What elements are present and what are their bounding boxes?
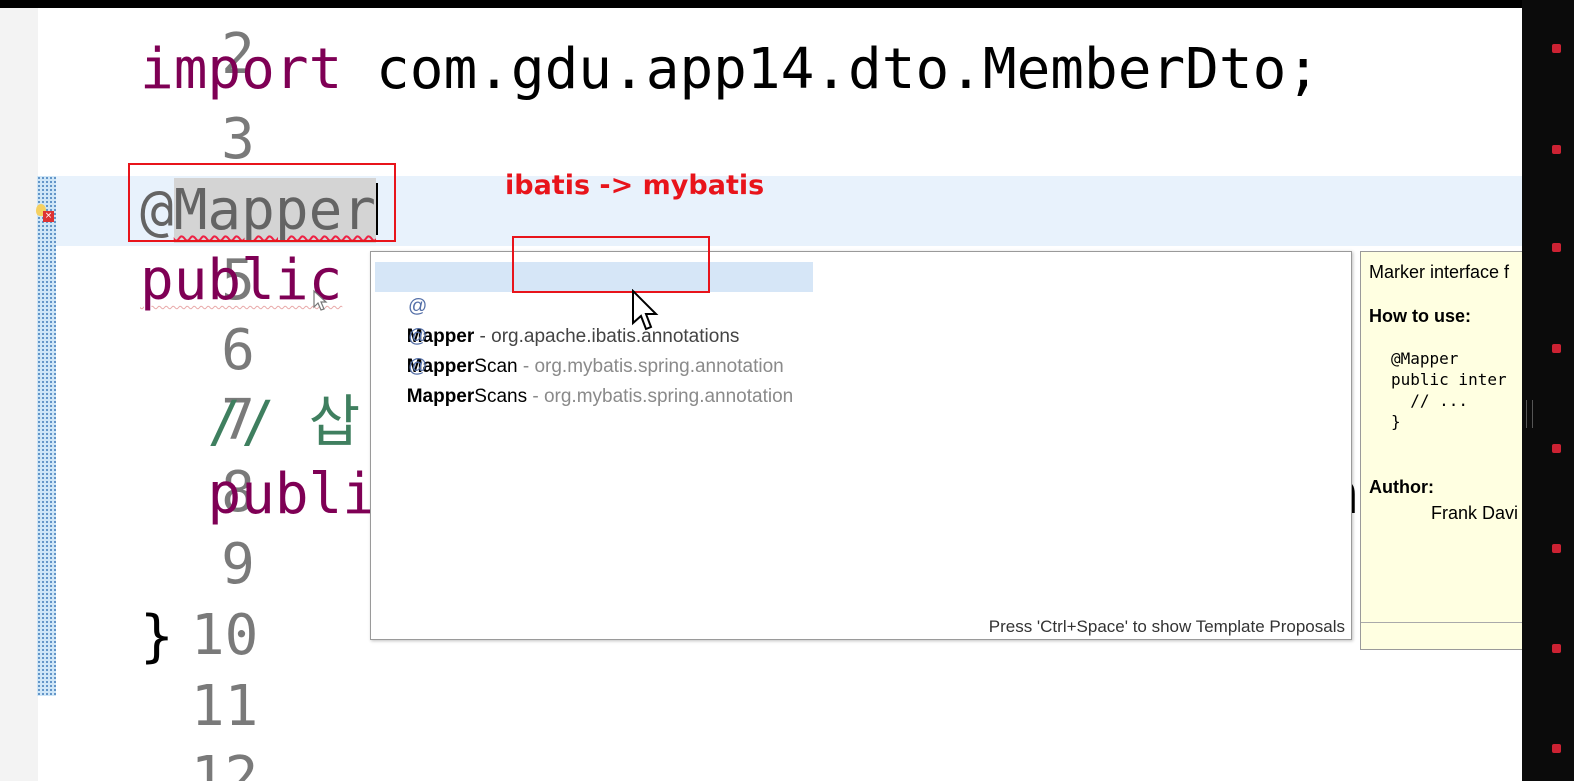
proposal-package: - org.mybatis.spring.annotation — [527, 386, 794, 407]
code-text: } — [140, 604, 174, 669]
side-panel — [1522, 0, 1574, 781]
error-icon — [1552, 344, 1561, 353]
code-line: 9 public n — [56, 460, 1359, 597]
mouse-pointer-icon — [632, 289, 659, 331]
error-x-icon: × — [43, 211, 54, 222]
code-line: 2 — [56, 8, 255, 87]
doc-code-line: @Mapper — [1391, 349, 1459, 368]
javadoc-popup[interactable]: Marker interface f How to use: @Mapper p… — [1360, 251, 1522, 650]
doc-heading: How to use: — [1369, 306, 1471, 326]
keyword: import — [140, 37, 343, 102]
code-line: 11 } — [56, 602, 258, 739]
highlight-box-mapper — [128, 163, 396, 242]
doc-code-line: // ... — [1391, 391, 1469, 410]
doc-code-line: } — [1391, 412, 1401, 431]
proposal-item[interactable]: @ MapperScan - org.mybatis.spring.annota… — [375, 292, 813, 377]
error-icon — [1552, 744, 1561, 753]
code-line: 7 — [56, 316, 255, 453]
code-line: 6 public i — [56, 246, 410, 383]
doc-code-line: public inter — [1391, 370, 1507, 389]
popup-status-hint: Press 'Ctrl+Space' to show Template Prop… — [988, 617, 1345, 636]
doc-author: Frank Davi — [1431, 503, 1519, 523]
error-icon — [1552, 444, 1561, 453]
comment: // 삽 — [207, 390, 361, 455]
editor-ruler — [0, 8, 38, 781]
code-text: com.gdu.app14.dto.MemberDto; — [342, 37, 1321, 102]
quick-diff-bar — [37, 176, 56, 696]
error-icon — [1552, 644, 1561, 653]
line-number: 12 — [190, 745, 259, 781]
code-editor[interactable]: × 2 3 import com.gdu.app14.dto.MemberDto… — [0, 8, 1522, 781]
quick-fix-error-icon[interactable]: × — [36, 204, 56, 222]
code-line: 8 // 삽 — [56, 388, 360, 525]
resize-sash[interactable] — [1526, 400, 1533, 428]
keyword: publi — [207, 462, 377, 527]
doc-heading: Author: — [1369, 477, 1434, 497]
error-icon — [1552, 44, 1561, 53]
proposal-match: Mapper — [406, 386, 475, 407]
doc-summary: Marker interface f — [1369, 262, 1510, 282]
error-icon — [1552, 544, 1561, 553]
doc-divider — [1361, 622, 1522, 623]
mouse-pointer-icon — [313, 289, 328, 311]
proposal-suffix: Scan — [474, 356, 518, 377]
proposal-package: - org.mybatis.spring.annotation — [517, 356, 784, 377]
error-icon — [1552, 145, 1561, 154]
code-line: 3 import com.gdu.app14.dto.MemberDto; — [56, 35, 1320, 172]
code-line: 12 — [56, 673, 258, 781]
code-line: 10 — [56, 531, 258, 668]
proposal-item[interactable]: @ MapperScans - org.mybatis.spring.annot… — [375, 322, 813, 407]
content-assist-popup[interactable]: @ Mapper - org.apache.ibatis.annotations… — [370, 251, 1352, 640]
proposal-suffix: Scans — [474, 386, 528, 407]
highlight-box-package — [512, 236, 710, 293]
annotation-type-icon: @ — [408, 356, 428, 377]
error-icon — [1552, 243, 1561, 252]
annotation-note: ibatis -> mybatis — [505, 170, 765, 201]
